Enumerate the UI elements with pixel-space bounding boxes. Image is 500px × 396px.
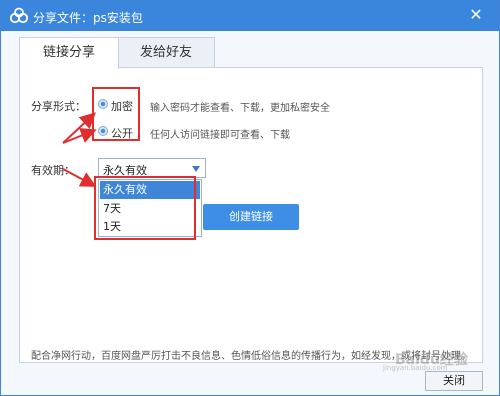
annotation-box-share-type: [92, 87, 140, 141]
share-dialog: 分享文件：ps安装包 ✕ 链接分享 发给好友 分享形式： 加密 输入密码才能查看…: [0, 0, 500, 396]
create-link-button[interactable]: 创建链接: [203, 204, 299, 230]
annotation-box-validity: [94, 176, 196, 240]
chevron-down-icon[interactable]: [192, 166, 200, 172]
cloud-logo-icon: [9, 7, 29, 24]
close-button[interactable]: 关闭: [425, 371, 483, 391]
public-hint: 任何人访问链接即可查看、下载: [150, 130, 290, 141]
close-icon[interactable]: ✕: [467, 6, 485, 24]
share-form-label: 分享形式：: [31, 100, 86, 113]
tab-send-friend[interactable]: 发给好友: [117, 37, 215, 68]
encrypted-hint: 输入密码才能查看、下载，更加私密安全: [150, 103, 330, 114]
titlebar: 分享文件：ps安装包 ✕: [1, 1, 499, 31]
baidu-jingyan-watermark: Baidu经验 jingyan.baidu.com: [379, 347, 489, 373]
tab-bar: 链接分享 发给好友: [19, 37, 483, 69]
validity-select[interactable]: 永久有效: [98, 158, 206, 178]
dialog-title: 分享文件：ps安装包: [33, 11, 143, 25]
tab-link-share[interactable]: 链接分享: [19, 37, 119, 69]
validity-label: 有效期：: [31, 164, 75, 177]
